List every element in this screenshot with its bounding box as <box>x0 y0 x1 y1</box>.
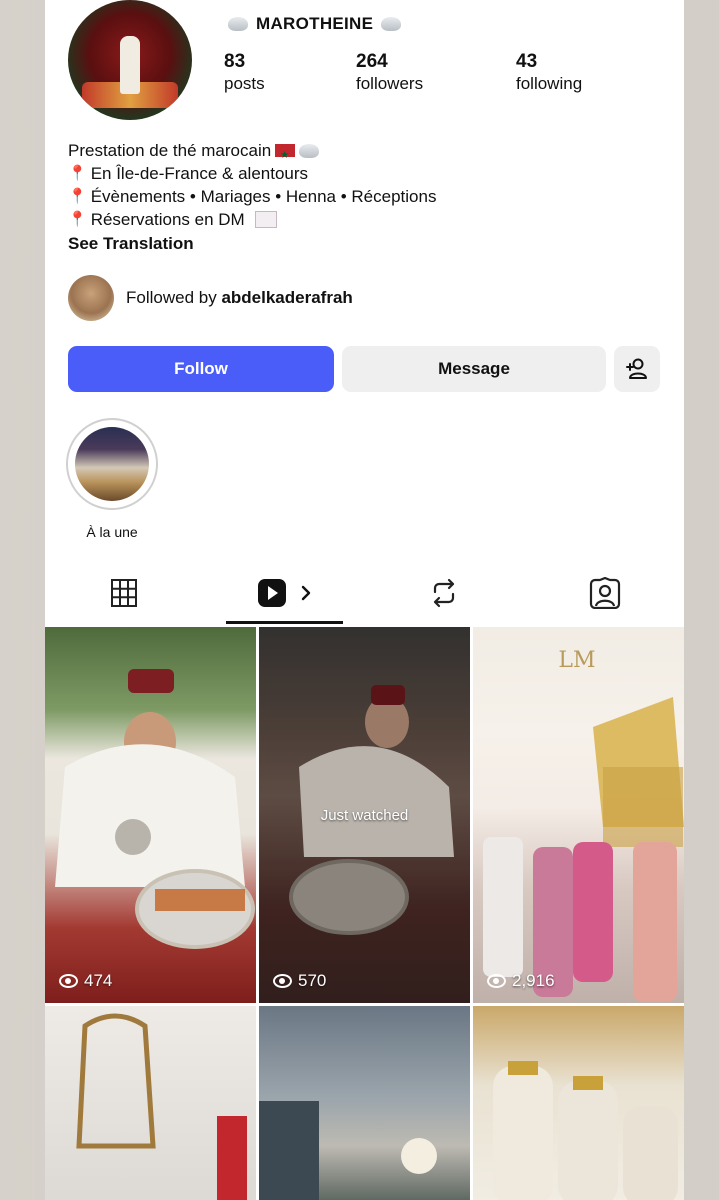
reel-scene <box>76 1013 247 1200</box>
reel-thumbnail[interactable]: LM 2,916 <box>473 627 684 1003</box>
followed-by-prefix: Followed by <box>126 288 217 307</box>
stat-followers-count: 264 <box>356 51 388 72</box>
bio-line: 📍 Réservations en DM <box>68 208 668 231</box>
view-count: 570 <box>273 971 326 991</box>
eye-icon <box>59 974 78 988</box>
bio-line: 📍 En Île-de-France & alentours <box>68 162 668 185</box>
tab-reels[interactable] <box>226 560 343 625</box>
eye-icon <box>487 974 506 988</box>
tagged-icon <box>589 576 621 609</box>
highlight-ring <box>66 418 158 510</box>
svg-text:LM: LM <box>558 648 595 673</box>
tab-tagged[interactable] <box>526 560 684 625</box>
view-count-value: 570 <box>298 971 327 990</box>
tab-reposts[interactable] <box>365 560 523 625</box>
morocco-flag-icon <box>275 144 296 167</box>
story-highlight[interactable]: À la une <box>65 418 159 540</box>
avatar-person-image <box>120 36 140 94</box>
reel-thumbnail[interactable]: Just watched 570 <box>259 627 470 1003</box>
follower-avatar <box>68 275 114 321</box>
stat-posts[interactable]: 83 posts <box>224 51 265 95</box>
tab-grid[interactable] <box>45 560 203 625</box>
teapot-icon <box>228 17 248 31</box>
add-person-icon <box>626 358 647 379</box>
active-tab-indicator <box>226 621 343 624</box>
teapot-icon <box>381 17 402 31</box>
bio-text: En Île-de-France & alentours <box>90 164 309 183</box>
highlight-cover <box>75 427 149 501</box>
stat-posts-count: 83 <box>224 51 246 72</box>
followed-by-user: abdelkaderafrah <box>221 288 353 307</box>
suggest-user-button[interactable] <box>614 346 660 392</box>
reel-scene <box>55 669 255 949</box>
view-count: 474 <box>59 971 112 991</box>
reel-scene: LM <box>483 648 684 1002</box>
followed-by[interactable]: Followed by abdelkaderafrah <box>68 275 353 321</box>
envelope-icon <box>254 211 277 228</box>
follow-button[interactable]: Follow <box>68 346 334 392</box>
message-button[interactable]: Message <box>342 346 606 392</box>
reel-scene <box>493 1061 678 1200</box>
pin-icon: 📍 <box>68 165 87 182</box>
bio-line: Prestation de thé marocain <box>68 139 668 167</box>
view-count-value: 474 <box>84 971 113 990</box>
eye-icon <box>273 974 292 988</box>
followed-by-text: Followed by abdelkaderafrah <box>126 288 353 308</box>
profile-avatar[interactable] <box>68 0 192 120</box>
repost-icon <box>433 578 455 607</box>
reel-thumbnail[interactable] <box>259 1006 470 1200</box>
highlight-label: À la une <box>86 524 138 540</box>
pin-icon: 📍 <box>68 188 87 205</box>
reel-scene <box>259 1101 437 1200</box>
reels-icon <box>257 578 310 607</box>
stat-followers-label: followers <box>356 74 424 93</box>
bio-text: Prestation de thé marocain <box>68 141 272 160</box>
just-watched-overlay: Just watched <box>320 807 409 824</box>
grid-icon <box>111 578 137 607</box>
see-translation-link[interactable]: See Translation <box>68 232 668 255</box>
stat-followers[interactable]: 264 followers <box>356 51 423 95</box>
bio-text: Réservations en DM <box>90 210 245 229</box>
reel-thumbnail[interactable]: 474 <box>45 627 256 1003</box>
view-count-value: 2,916 <box>512 971 555 990</box>
stat-following[interactable]: 43 following <box>516 51 582 95</box>
profile-tabs <box>45 560 684 625</box>
username: MAROTHEINE <box>256 14 374 33</box>
stat-posts-label: posts <box>224 74 265 93</box>
bio-text: Évènements • Mariages • Henna • Réceptio… <box>90 187 437 206</box>
view-count: 2,916 <box>487 971 555 991</box>
reel-thumbnail[interactable] <box>45 1006 256 1200</box>
stat-following-count: 43 <box>516 51 538 72</box>
stat-following-label: following <box>516 74 583 93</box>
bio-line: 📍 Évènements • Mariages • Henna • Récept… <box>68 185 668 208</box>
bio: Prestation de thé marocain 📍 En Île-de-F… <box>68 139 668 255</box>
profile-screen: MAROTHEINE 83 posts 264 followers 43 fol… <box>45 0 684 1200</box>
pin-icon: 📍 <box>68 211 87 228</box>
reel-thumbnail[interactable] <box>473 1006 684 1200</box>
teapot-icon <box>299 143 320 158</box>
username-row: MAROTHEINE <box>228 12 402 36</box>
